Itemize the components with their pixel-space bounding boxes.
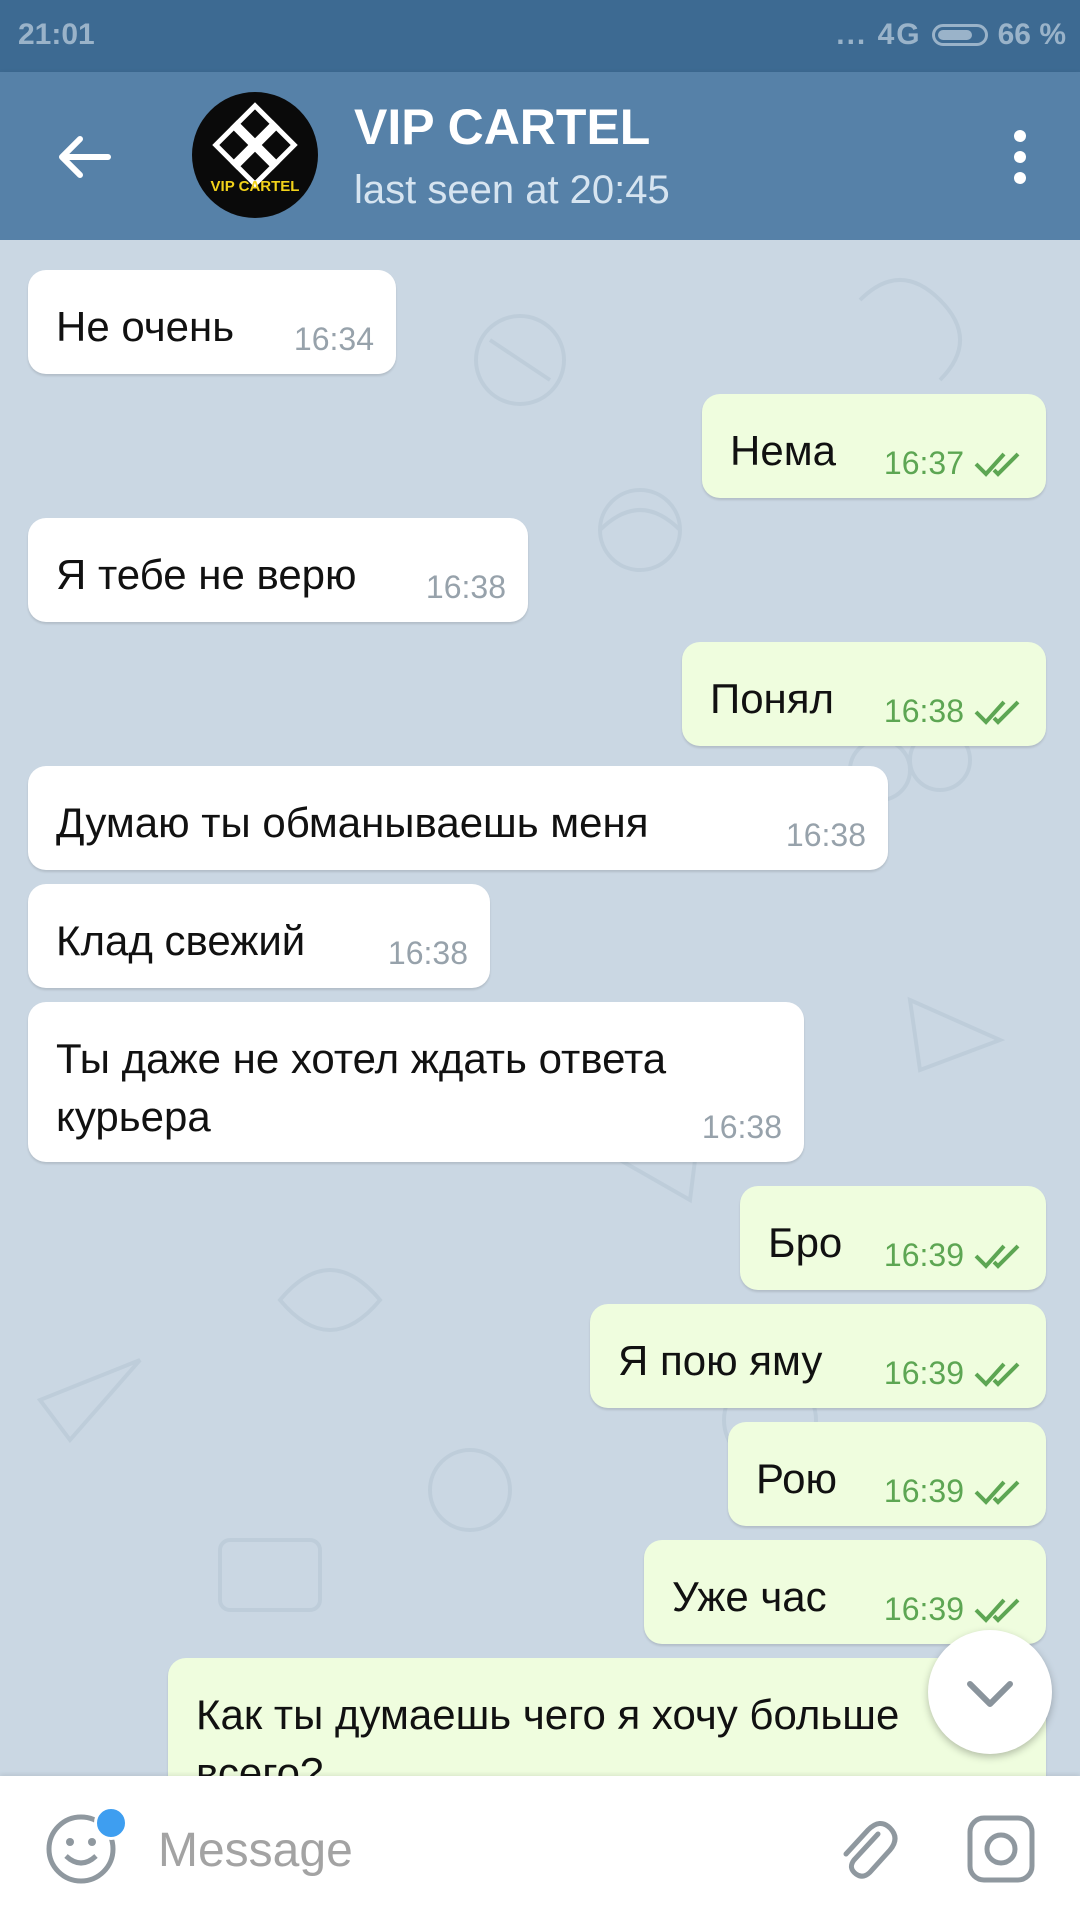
message-list[interactable]: Не очень 16:34 Нема 16:37 Я тебе не верю… <box>0 240 1080 1776</box>
status-bar: 21:01 ... 4G 66 % <box>0 0 1080 72</box>
double-check-icon <box>974 1480 1020 1505</box>
double-check-icon <box>974 700 1020 725</box>
outgoing-message[interactable]: Как ты думаешь чего я хочу больше всего? <box>168 1658 1046 1776</box>
status-indicators: ... 4G 66 % <box>836 18 1066 52</box>
message-time: 16:34 <box>293 321 374 357</box>
paperclip-icon <box>843 1821 898 1879</box>
message-time: 16:38 <box>425 569 506 605</box>
chevron-down-icon <box>967 1681 1013 1707</box>
message-text: Думаю ты обманываешь меня <box>56 799 649 846</box>
message-time: 16:39 <box>883 1591 964 1627</box>
arrow-left-icon <box>59 136 111 178</box>
outgoing-message[interactable]: Уже час 16:39 <box>644 1540 1046 1644</box>
chat-header: VIP CARTEL VIP CARTEL last seen at 20:45 <box>0 72 1080 240</box>
message-time: 16:38 <box>883 693 964 729</box>
outgoing-message[interactable]: Рою 16:39 <box>728 1422 1046 1526</box>
outgoing-message[interactable]: Понял 16:38 <box>682 642 1046 746</box>
message-input[interactable] <box>156 1812 800 1888</box>
logo-icon <box>212 102 298 188</box>
message-input-bar <box>0 1776 1080 1920</box>
more-vertical-icon <box>1014 130 1026 184</box>
message-text: Бро <box>768 1219 843 1266</box>
last-seen-status: last seen at 20:45 <box>354 168 670 212</box>
message-time: 16:39 <box>883 1473 964 1509</box>
message-text: Клад свежий <box>56 917 306 964</box>
incoming-message[interactable]: Клад свежий 16:38 <box>28 884 490 988</box>
outgoing-message[interactable]: Бро 16:39 <box>740 1186 1046 1290</box>
message-time: 16:39 <box>883 1355 964 1391</box>
double-check-icon <box>974 1244 1020 1269</box>
double-check-icon <box>974 1362 1020 1387</box>
chat-title[interactable]: VIP CARTEL <box>354 98 650 156</box>
message-text: Я пою яму <box>618 1337 823 1384</box>
status-signal: ... 4G <box>836 18 922 51</box>
back-button[interactable] <box>50 122 120 192</box>
attach-button[interactable] <box>828 1812 902 1886</box>
outgoing-message[interactable]: Нема 16:37 <box>702 394 1046 498</box>
double-check-icon <box>974 1598 1020 1623</box>
battery-icon <box>931 24 988 46</box>
menu-button[interactable] <box>990 122 1050 192</box>
camera-button[interactable] <box>964 1812 1038 1886</box>
message-time: 16:38 <box>701 1109 782 1145</box>
message-time: 16:38 <box>387 935 468 971</box>
camera-icon <box>967 1815 1035 1883</box>
incoming-message[interactable]: Думаю ты обманываешь меня 16:38 <box>28 766 888 870</box>
message-text: Рою <box>756 1455 838 1502</box>
message-time: 16:37 <box>883 445 964 481</box>
incoming-message[interactable]: Ты даже не хотел ждать ответа курьера 16… <box>28 1002 804 1162</box>
scroll-down-button[interactable] <box>928 1630 1052 1754</box>
avatar-brand: VIP CARTEL <box>210 178 300 195</box>
outgoing-message[interactable]: Я пою яму 16:39 <box>590 1304 1046 1408</box>
notification-badge <box>94 1806 128 1840</box>
status-battery: 66 % <box>997 18 1066 51</box>
message-text: Нема <box>730 427 836 474</box>
incoming-message[interactable]: Не очень 16:34 <box>28 270 396 374</box>
status-time: 21:01 <box>18 18 95 51</box>
avatar[interactable]: VIP CARTEL <box>192 92 318 218</box>
message-text: Как ты думаешь чего я хочу больше всего? <box>196 1691 900 1776</box>
incoming-message[interactable]: Я тебе не верю 16:38 <box>28 518 528 622</box>
message-text: Ты даже не хотел ждать ответа курьера <box>56 1035 667 1140</box>
message-time: 16:39 <box>883 1237 964 1273</box>
message-text: Не очень <box>56 303 235 350</box>
message-text: Я тебе не верю <box>56 551 357 598</box>
message-time: 16:38 <box>785 817 866 853</box>
message-text: Понял <box>710 675 834 722</box>
double-check-icon <box>974 452 1020 477</box>
message-text: Уже час <box>672 1573 827 1620</box>
